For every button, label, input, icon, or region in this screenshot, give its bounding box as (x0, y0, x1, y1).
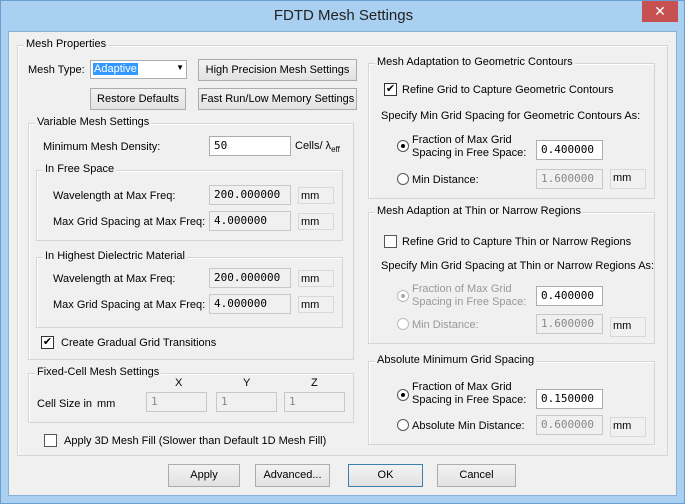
cancel-button[interactable]: Cancel (437, 464, 516, 487)
group-label: Mesh Properties (24, 38, 109, 50)
ok-button[interactable]: OK (348, 464, 423, 487)
spacing-free-input: 4.000000 (209, 211, 291, 231)
absolute-min-distance-input: 0.600000 (536, 415, 603, 435)
min-distance-input: 1.600000 (536, 169, 603, 189)
spacing-label: Max Grid Spacing at Max Freq: (53, 216, 206, 228)
apply-button[interactable]: Apply (168, 464, 240, 487)
label-line: Fraction of Max Grid (412, 381, 512, 393)
min-distance-unit: mm (610, 169, 646, 189)
close-button[interactable]: ✕ (642, 1, 678, 22)
fraction-input[interactable]: 0.400000 (536, 140, 603, 160)
group-label: In Free Space (43, 163, 117, 175)
min-distance-radio[interactable] (397, 173, 409, 185)
spacing-label: Max Grid Spacing at Max Freq: (53, 299, 206, 311)
min-distance-label: Min Distance: (412, 319, 479, 331)
spacing-unit: mm (298, 296, 334, 313)
wavelength-unit: mm (298, 270, 334, 287)
group-label: Variable Mesh Settings (35, 116, 152, 128)
chevron-down-icon: ▼ (176, 63, 184, 72)
apply-3d-checkbox[interactable] (44, 434, 57, 447)
free-space-group: In Free Space (36, 163, 343, 241)
mesh-type-value: Adaptive (93, 63, 138, 75)
cell-size-label: Cell Size in (37, 398, 93, 410)
gradual-label: Create Gradual Grid Transitions (61, 337, 217, 349)
unit-subscript: eff (331, 145, 340, 155)
fraction-radio[interactable] (397, 290, 409, 302)
absolute-min-distance-radio[interactable] (397, 419, 409, 431)
specify-label: Specify Min Grid Spacing for Geometric C… (381, 110, 641, 122)
specify-label: Specify Min Grid Spacing at Thin or Narr… (381, 260, 655, 272)
cell-size-z-input: 1 (284, 392, 345, 412)
fraction-input[interactable]: 0.150000 (536, 389, 603, 409)
wavelength-unit: mm (298, 187, 334, 204)
fraction-label: Fraction of Max Grid Spacing in Free Spac… (412, 283, 526, 309)
refine-contours-label: Refine Grid to Capture Geometric Contour… (402, 84, 614, 96)
fraction-input[interactable]: 0.400000 (536, 286, 603, 306)
mesh-type-label: Mesh Type: (28, 64, 85, 76)
min-density-unit: Cells/ λeff (295, 140, 340, 154)
min-density-label: Minimum Mesh Density: (43, 141, 161, 153)
wavelength-label: Wavelength at Max Freq: (53, 190, 176, 202)
mesh-type-select[interactable]: Adaptive ▼ (90, 60, 187, 79)
restore-defaults-button[interactable]: Restore Defaults (90, 88, 186, 110)
fraction-radio[interactable] (397, 389, 409, 401)
min-distance-unit: mm (610, 317, 646, 337)
high-precision-button[interactable]: High Precision Mesh Settings (198, 59, 357, 81)
min-distance-label: Min Distance: (412, 174, 479, 186)
fraction-label: Fraction of Max Grid Spacing in Free Spac… (412, 134, 526, 160)
label-line: Fraction of Max Grid (412, 134, 512, 146)
label-line: Fraction of Max Grid (412, 283, 512, 295)
unit-text: Cells/ λ (295, 140, 332, 152)
spacing-dielectric-input: 4.000000 (209, 294, 291, 314)
fast-run-button[interactable]: Fast Run/Low Memory Settings (198, 88, 357, 110)
label-line: Spacing in Free Space: (412, 296, 527, 308)
label-line: Spacing in Free Space: (412, 147, 527, 159)
label-line: Spacing in Free Space: (412, 394, 527, 406)
gradual-checkbox[interactable]: ✔ (41, 336, 54, 349)
advanced-button[interactable]: Advanced... (255, 464, 330, 487)
wavelength-free-input: 200.000000 (209, 185, 291, 205)
fraction-label: Fraction of Max Grid Spacing in Free Spac… (412, 381, 526, 407)
group-label: Mesh Adaptation to Geometric Contours (375, 56, 575, 68)
x-label: X (175, 377, 183, 389)
wavelength-label: Wavelength at Max Freq: (53, 273, 176, 285)
y-label: Y (243, 377, 251, 389)
cell-size-x-input: 1 (146, 392, 207, 412)
refine-thin-checkbox[interactable] (384, 235, 397, 248)
absolute-min-distance-label: Absolute Min Distance: (412, 420, 525, 432)
window-title: FDTD Mesh Settings (273, 7, 414, 24)
dielectric-group: In Highest Dielectric Material (36, 250, 343, 328)
wavelength-dielectric-input: 200.000000 (209, 268, 291, 288)
cell-size-unit: mm (97, 398, 116, 410)
min-distance-input: 1.600000 (536, 314, 603, 334)
group-label: Mesh Adaption at Thin or Narrow Regions (375, 205, 584, 217)
z-label: Z (311, 377, 318, 389)
absolute-min-distance-unit: mm (610, 417, 646, 437)
fraction-radio[interactable] (397, 140, 409, 152)
apply-3d-label: Apply 3D Mesh Fill (Slower than Default … (64, 435, 327, 447)
cell-size-y-input: 1 (216, 392, 277, 412)
group-label: In Highest Dielectric Material (43, 250, 187, 262)
spacing-unit: mm (298, 213, 334, 230)
refine-contours-checkbox[interactable]: ✔ (384, 83, 397, 96)
group-label: Absolute Minimum Grid Spacing (375, 354, 537, 366)
min-distance-radio[interactable] (397, 318, 409, 330)
refine-thin-label: Refine Grid to Capture Thin or Narrow Re… (402, 236, 632, 248)
group-label: Fixed-Cell Mesh Settings (35, 366, 162, 378)
min-density-input[interactable]: 50 (209, 136, 291, 156)
